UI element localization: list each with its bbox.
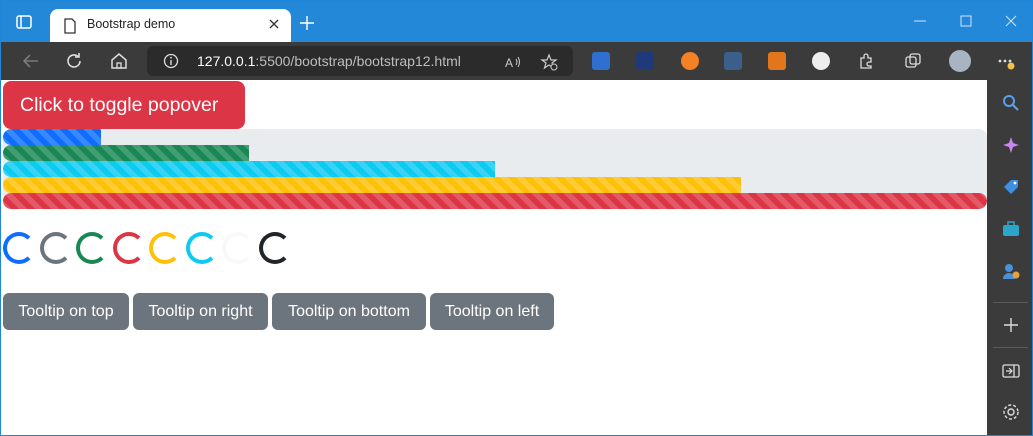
progress-bar-red [3, 193, 987, 209]
extension-audio-icon[interactable] [724, 52, 742, 70]
extensions-icon[interactable] [857, 52, 875, 70]
collections-icon[interactable] [904, 52, 922, 70]
extension-orange-icon[interactable] [681, 52, 699, 70]
workspaces-icon[interactable] [15, 13, 33, 31]
home-icon[interactable] [109, 51, 129, 71]
extension-face-icon[interactable] [812, 52, 830, 70]
metamask-icon[interactable] [768, 52, 786, 70]
close-window-icon[interactable] [1004, 14, 1018, 28]
address-toolbar: 127.0.0.1:5500/bootstrap/bootstrap12.htm… [1, 42, 1032, 80]
extension-dots-icon[interactable] [636, 52, 654, 70]
add-icon[interactable] [1001, 315, 1021, 335]
outlook-people-icon[interactable] [1001, 261, 1021, 281]
search-icon[interactable] [1001, 93, 1021, 113]
url-path: :5500/bootstrap/bootstrap12.html [255, 53, 461, 69]
spinner-light [222, 232, 254, 264]
spinner-dark [258, 232, 291, 264]
gear-icon[interactable] [1001, 402, 1021, 422]
browser-tab[interactable]: Bootstrap demo [50, 9, 291, 42]
browser-window: Bootstrap demo 127.0.0.1:5500/bootstrap/… [0, 0, 1033, 436]
spinner-danger [112, 232, 145, 264]
favorite-add-icon[interactable] [540, 53, 558, 71]
edge-sidebar [987, 80, 1032, 435]
refresh-icon[interactable] [64, 51, 84, 71]
back-icon[interactable] [21, 51, 41, 71]
url-host: 127.0.0.1 [197, 53, 256, 69]
svg-text:A: A [505, 56, 513, 70]
progress-bar-cyan [3, 161, 495, 177]
page-icon [64, 18, 76, 34]
address-bar[interactable]: 127.0.0.1:5500/bootstrap/bootstrap12.htm… [147, 46, 573, 76]
spinner-success [76, 232, 108, 264]
copilot-icon[interactable] [1001, 135, 1021, 155]
sidebar-divider [993, 302, 1028, 303]
tools-icon[interactable] [1001, 219, 1021, 239]
progress-stack [3, 129, 987, 209]
toggle-popover-button[interactable]: Click to toggle popover [3, 81, 245, 129]
tab-title: Bootstrap demo [87, 17, 176, 31]
read-aloud-icon[interactable]: A [504, 53, 522, 71]
shopping-icon[interactable] [1001, 177, 1021, 197]
spinner-info [185, 232, 218, 264]
sidebar-divider [993, 347, 1028, 348]
tooltip-button-top[interactable]: Tooltip on top [3, 293, 129, 330]
translate-extension-icon[interactable] [592, 52, 610, 70]
tooltip-button-left[interactable]: Tooltip on left [430, 293, 554, 330]
progress-bar-green [3, 145, 249, 161]
title-bar: Bootstrap demo [1, 1, 1032, 42]
url-text[interactable]: 127.0.0.1:5500/bootstrap/bootstrap12.htm… [197, 53, 461, 69]
tooltip-button-right[interactable]: Tooltip on right [133, 293, 268, 330]
minimize-icon[interactable] [913, 14, 927, 28]
site-info-icon[interactable] [163, 53, 179, 69]
hide-sidebar-icon[interactable] [1001, 361, 1021, 381]
page-content: Click to toggle popover Tooltip on top To… [1, 80, 987, 435]
progress-bar-yellow [3, 177, 741, 193]
spinner-primary [3, 232, 35, 264]
settings-more-icon[interactable] [997, 52, 1015, 70]
maximize-icon[interactable] [959, 14, 973, 28]
spinner-secondary [39, 232, 72, 264]
new-tab-icon[interactable] [299, 15, 315, 31]
progress-bar-blue [3, 129, 102, 145]
close-tab-icon[interactable] [267, 17, 281, 31]
tooltip-button-bottom[interactable]: Tooltip on bottom [272, 293, 426, 330]
profile-avatar[interactable] [949, 50, 971, 72]
spinner-warning [149, 232, 181, 264]
